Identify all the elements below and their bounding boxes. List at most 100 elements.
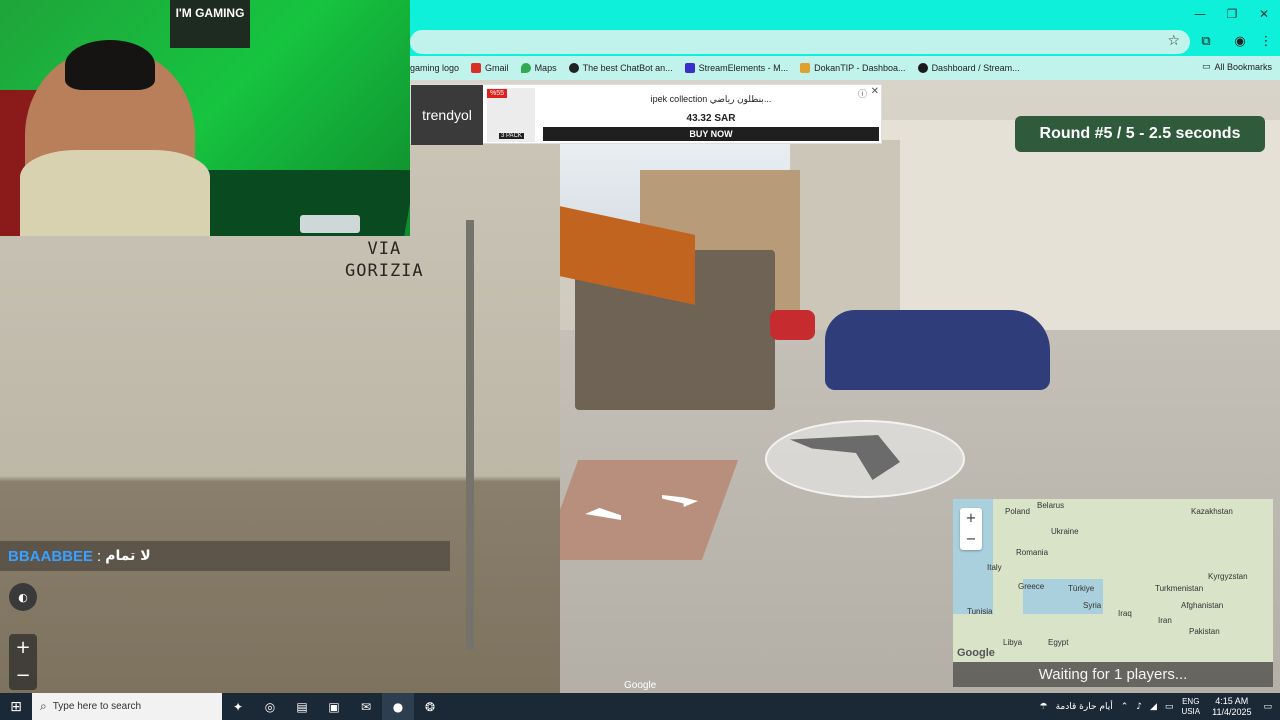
system-tray: ☂ أيام حارة قادمة ⌃ ♪ ◢ ▭ ENG USIA 4:15 … <box>1036 693 1280 720</box>
bookmark-streamelements[interactable]: StreamElements - M... <box>684 63 789 73</box>
chevron-up-icon[interactable]: ⌃ <box>1121 702 1129 712</box>
map-label: Belarus <box>1037 501 1065 510</box>
windows-start-icon[interactable]: ⊞ <box>0 693 32 720</box>
volume-icon[interactable]: ◢ <box>1150 702 1157 712</box>
file-explorer-icon[interactable]: ▤ <box>286 693 318 720</box>
map-label: Libya <box>1003 638 1023 647</box>
street-sign-line2: GORIZIA <box>345 261 424 281</box>
edge-icon[interactable]: ◎ <box>254 693 286 720</box>
map-label: Ukraine <box>1051 527 1079 536</box>
streamelements-icon <box>684 63 695 73</box>
bookmark-label: Gmail <box>485 63 509 73</box>
ad-banner[interactable]: trendyol %55 3 PACK ipek collection بنطل… <box>410 84 882 145</box>
map-label: Iraq <box>1118 609 1132 618</box>
all-bookmarks[interactable]: ▭ All Bookmarks <box>1202 62 1272 72</box>
bookmark-label: The best ChatBot an... <box>582 63 673 73</box>
map-label: Iran <box>1158 616 1172 625</box>
chatbot-icon <box>568 63 579 73</box>
bookmark-dokantip[interactable]: DokanTIP - Dashboa... <box>800 63 906 73</box>
minimap-zoom: + − <box>960 508 982 550</box>
bookmark-label: Dashboard / Stream... <box>931 63 1020 73</box>
taskbar-search-box[interactable]: ⌕ Type here to search <box>32 693 222 720</box>
folder-icon: ▭ <box>1201 62 1211 72</box>
street-sign: VIA GORIZIA <box>345 238 424 282</box>
restore-button[interactable]: ❐ <box>1216 0 1248 28</box>
streamer-headphones <box>65 40 155 90</box>
extensions-icon[interactable]: ⧉ <box>1198 34 1214 50</box>
notifications-icon[interactable]: ▭ <box>1263 702 1272 712</box>
gmail-icon <box>471 63 482 73</box>
keyboard <box>300 215 360 233</box>
bookmark-label: StreamElements - M... <box>698 63 789 73</box>
ad-brand-logo: trendyol <box>411 85 483 145</box>
app-icon[interactable]: ❂ <box>414 693 446 720</box>
windows-taskbar: ⊞ ⌕ Type here to search ✦ ◎ ▤ ▣ ✉ ● ❂ ☂ … <box>0 693 1280 720</box>
copilot-icon[interactable]: ✦ <box>222 693 254 720</box>
bookmark-chatbot[interactable]: The best ChatBot an... <box>568 63 673 73</box>
language-indicator[interactable]: ENG USIA <box>1181 697 1200 717</box>
ad-discount-badge: %55 <box>487 89 508 98</box>
menu-icon[interactable]: ⋮ <box>1258 34 1274 50</box>
minimap-zoom-in-button[interactable]: + <box>960 508 982 529</box>
map-label: Syria <box>1083 601 1102 610</box>
minimap-zoom-out-button[interactable]: − <box>960 529 982 550</box>
map-label: Türkiye <box>1068 584 1095 593</box>
guess-minimap[interactable]: Poland Belarus Ukraine Kazakhstan Romani… <box>953 499 1273 662</box>
all-bookmarks-label: All Bookmarks <box>1214 62 1272 72</box>
minimap-google-logo: Google <box>957 647 995 659</box>
bookmark-star-icon[interactable]: ☆ <box>1167 33 1180 49</box>
chat-message: BBAABBEE : لا تمام <box>0 541 450 571</box>
minimize-button[interactable]: — <box>1184 0 1216 28</box>
zoom-in-button[interactable]: + <box>9 634 37 662</box>
chat-separator: : <box>97 547 102 565</box>
drain-pipe <box>466 220 474 650</box>
weather-icon[interactable]: ☂ <box>1040 702 1048 712</box>
waiting-status: Waiting for 1 players... <box>953 662 1273 687</box>
bookmark-gmail[interactable]: Gmail <box>471 63 509 73</box>
microphone-icon[interactable]: ♪ <box>1136 702 1142 712</box>
store-icon[interactable]: ▣ <box>318 693 350 720</box>
bookmark-dashboard-stream[interactable]: Dashboard / Stream... <box>917 63 1020 73</box>
bookmark-gaming-logo[interactable]: gaming logo <box>410 63 459 73</box>
blue-car <box>825 310 1050 390</box>
map-label: Poland <box>1005 507 1030 516</box>
chat-text: لا تمام <box>105 548 151 564</box>
bookmark-maps[interactable]: Maps <box>520 63 557 73</box>
zoom-out-button[interactable]: − <box>9 662 37 690</box>
map-label: Kazakhstan <box>1191 507 1233 516</box>
chat-username: BBAABBEE <box>8 547 94 565</box>
close-button[interactable]: ✕ <box>1248 0 1280 28</box>
clock-date: 11/4/2025 <box>1212 706 1252 717</box>
streetview-zoom: + − <box>9 634 37 690</box>
ad-price: 43.32 SAR <box>686 113 736 124</box>
map-label: Turkmenistan <box>1155 584 1204 593</box>
map-label: Kyrgyzstan <box>1208 572 1248 581</box>
profile-icon[interactable]: ◉ <box>1232 34 1248 50</box>
streamer-shirt <box>20 150 210 236</box>
bookmark-label: gaming logo <box>410 63 460 73</box>
map-label: Romania <box>1016 548 1049 557</box>
street-sign-line1: VIA <box>367 239 402 259</box>
gaming-sign: I'M GAMING <box>170 0 250 48</box>
language-line2: USIA <box>1181 706 1201 716</box>
dashboard-icon <box>917 63 928 73</box>
outlook-icon[interactable]: ✉ <box>350 693 382 720</box>
map-label: Greece <box>1018 582 1045 591</box>
clock[interactable]: 4:15 AM 11/4/2025 <box>1212 696 1251 718</box>
ad-info-icon[interactable]: ⓘ <box>858 87 867 100</box>
search-icon: ⌕ <box>40 699 47 713</box>
network-icon[interactable]: ▭ <box>1165 702 1174 712</box>
address-bar[interactable]: ☆ <box>410 30 1190 54</box>
desk <box>184 170 410 236</box>
map-land-italy <box>993 569 1023 619</box>
ad-buy-now-button[interactable]: BUY NOW <box>543 127 879 141</box>
compass-icon[interactable]: ◐ <box>9 583 37 611</box>
map-label: Afghanistan <box>1181 601 1224 610</box>
window-controls: — ❐ ✕ <box>1184 0 1280 28</box>
chrome-icon[interactable]: ● <box>382 693 414 720</box>
map-label: Pakistan <box>1189 627 1220 636</box>
maps-icon <box>520 63 531 73</box>
dokantip-icon <box>800 63 811 73</box>
weather-text[interactable]: أيام حارة قادمة <box>1056 702 1113 712</box>
ad-close-icon[interactable]: ✕ <box>871 86 879 97</box>
